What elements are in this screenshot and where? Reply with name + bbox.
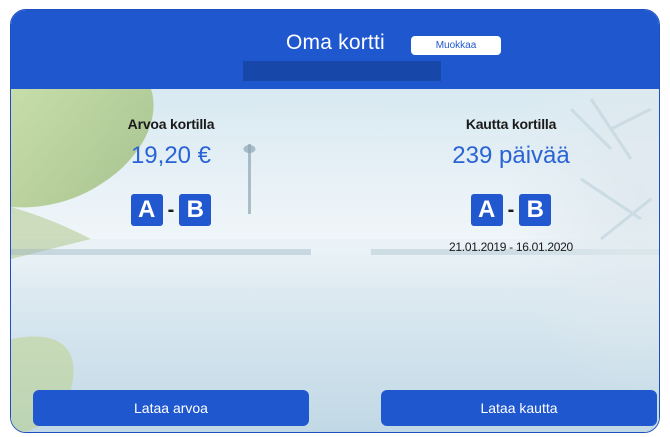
zone-a-badge: A (130, 194, 163, 226)
zone-separator: - (167, 198, 175, 221)
value-amount: 19,20 € (130, 142, 212, 169)
redacted-card-number (243, 61, 441, 81)
period-dates: 21.01.2019 - 16.01.2020 (449, 240, 573, 254)
period-label: Kautta kortilla (465, 116, 557, 132)
zone-b-badge: B (179, 194, 212, 226)
value-zones: A - B (71, 193, 271, 227)
period-zones: A - B (391, 193, 631, 227)
travel-card-widget: Oma kortti Muokkaa Arvoa kortilla 19,20 … (10, 9, 660, 433)
zone-a-badge: A (470, 194, 503, 226)
zone-separator: - (507, 198, 515, 221)
zone-b-badge: B (519, 194, 552, 226)
card-header: Oma kortti Muokkaa (11, 10, 659, 89)
edit-button[interactable]: Muokkaa (411, 36, 501, 55)
card-title: Oma kortti (286, 31, 385, 54)
load-value-button[interactable]: Lataa arvoa (33, 390, 309, 426)
period-days: 239 päivää (452, 142, 570, 169)
landscape-image (11, 89, 659, 432)
value-label: Arvoa kortilla (127, 116, 215, 132)
load-period-button[interactable]: Lataa kautta (381, 390, 657, 426)
card-background-image: Arvoa kortilla 19,20 € A - B Kautta kort… (11, 89, 659, 432)
